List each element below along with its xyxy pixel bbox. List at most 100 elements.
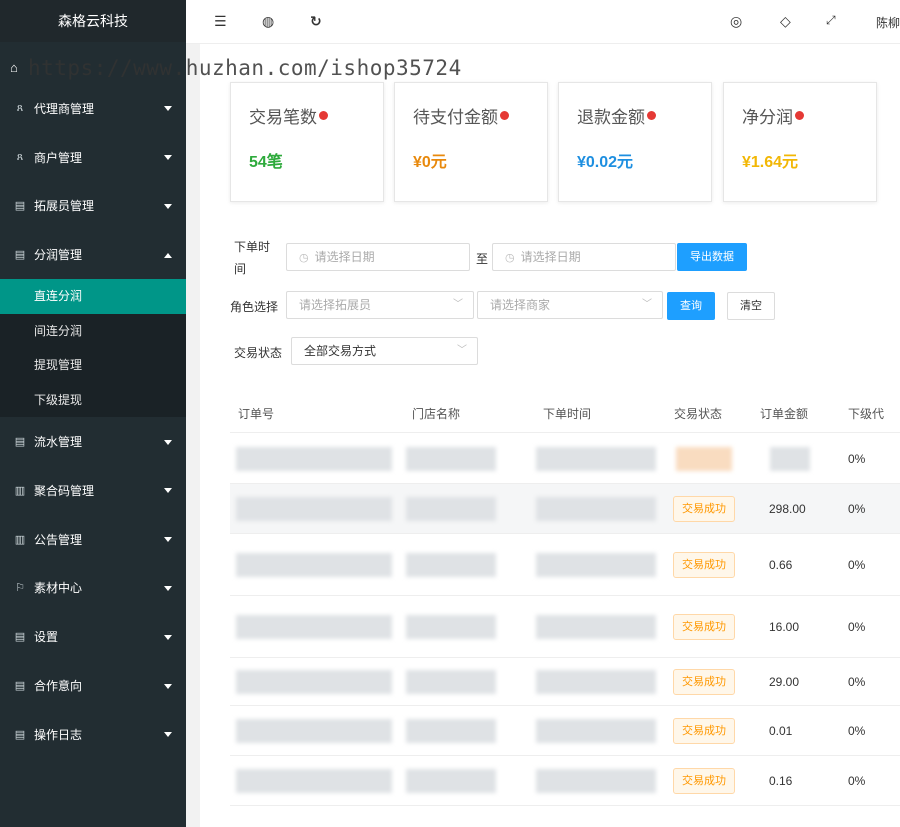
column-header[interactable]: 下级代 (848, 405, 884, 422)
table-row[interactable]: 交易成功 298.00 0% (230, 484, 900, 534)
status-value: 全部交易方式 (304, 344, 377, 358)
stat-card-value: ¥0.02元 (577, 154, 634, 171)
submenu-item[interactable]: 间连分润 (0, 314, 186, 349)
doc-icon: ▤ (14, 249, 26, 262)
sidebar-item[interactable]: ▥ 聚合码管理 (0, 466, 186, 515)
sub-rate: 0% (848, 452, 866, 466)
sidebar-item[interactable]: ▥ 公告管理 (0, 515, 186, 564)
menu-toggle-icon[interactable]: ☰ (214, 13, 227, 30)
globe-icon[interactable]: ◍ (262, 13, 274, 30)
stat-card-title: 交易笔数 (249, 103, 328, 128)
doc-icon: ▤ (14, 631, 26, 644)
help-icon[interactable] (647, 111, 656, 120)
sidebar-item-label: 素材中心 (34, 581, 83, 596)
caret-down-icon (164, 683, 172, 689)
merchant-select[interactable]: 请选择商家 ﹀ (477, 291, 663, 319)
table-row[interactable]: 交易成功 0.01 0% (230, 706, 900, 756)
stat-card: 净分润 ¥1.64元 (723, 82, 877, 202)
username[interactable]: 陈柳 (876, 14, 900, 31)
caret-down-icon (164, 203, 172, 209)
start-date-placeholder: 请选择日期 (314, 250, 375, 264)
doc-icon: ▤ (14, 728, 26, 741)
caret-down-icon (164, 155, 172, 161)
sidebar-item[interactable]: ⚐ 素材中心 (0, 564, 186, 613)
stat-card-title: 净分润 (742, 103, 804, 128)
sidebar-item-label: 操作日志 (34, 727, 83, 742)
refresh-icon[interactable]: ↻ (310, 13, 322, 30)
query-button[interactable]: 查询 (667, 292, 715, 320)
caret-down-icon (164, 732, 172, 738)
clock-icon: ◷ (505, 252, 515, 264)
redacted-cell (406, 447, 496, 471)
sidebar-item-label: 拓展员管理 (34, 199, 95, 214)
redacted-cell (536, 719, 656, 743)
stat-card-title-text: 交易笔数 (249, 108, 317, 127)
submenu-item[interactable]: 下级提现 (0, 383, 186, 418)
help-icon[interactable] (319, 111, 328, 120)
table-row[interactable]: 0% (230, 434, 900, 484)
sidebar-item[interactable]: ▤ 流水管理 (0, 417, 186, 466)
column-header[interactable]: 订单金额 (760, 405, 808, 422)
redacted-cell (236, 719, 392, 743)
column-header[interactable]: 门店名称 (412, 405, 460, 422)
redacted-cell (236, 769, 392, 793)
home-icon[interactable]: ⌂ (10, 60, 18, 75)
stat-card-title-text: 退款金额 (577, 108, 645, 127)
stat-card: 退款金额 ¥0.02元 (558, 82, 712, 202)
clear-button[interactable]: 清空 (727, 292, 775, 320)
sidebar: 森格云科技 ጸ 代理商管理 ጸ 商户管理 ▤ 拓展员管理 ▤ 分润管理 直连分润 间连分润 提现管… (0, 0, 186, 827)
role-label: 角色选择 (230, 300, 279, 314)
sidebar-item-label: 流水管理 (34, 435, 83, 450)
status-select[interactable]: 全部交易方式 ﹀ (291, 337, 478, 365)
export-button[interactable]: 导出数据 (677, 243, 747, 271)
promoter-select[interactable]: 请选择拓展员 ﹀ (286, 291, 474, 319)
end-date-input[interactable]: ◷ 请选择日期 (492, 243, 676, 271)
chevron-down-icon: ﹀ (457, 345, 467, 356)
table-row[interactable]: 交易成功 16.00 0% (230, 596, 900, 658)
column-header[interactable]: 交易状态 (674, 405, 722, 422)
sidebar-item-label: 聚合码管理 (34, 483, 95, 498)
sidebar-item[interactable]: ጸ 代理商管理 (0, 84, 186, 133)
submenu-profit: 直连分润 间连分润 提现管理 下级提现 (0, 279, 186, 418)
table-row[interactable]: 交易成功 29.00 0% (230, 658, 900, 706)
column-header[interactable]: 订单号 (238, 405, 274, 422)
order-amount: 0.66 (769, 558, 793, 572)
redacted-cell (406, 497, 496, 521)
column-header[interactable]: 下单时间 (543, 405, 591, 422)
order-amount: 29.00 (769, 675, 800, 689)
redacted-cell (236, 615, 392, 639)
sidebar-item[interactable]: ▤ 设置 (0, 612, 186, 661)
table-row[interactable]: 交易成功 0.16 0% (230, 756, 900, 806)
sidebar-item[interactable]: ጸ 商户管理 (0, 133, 186, 182)
redacted-cell (406, 719, 496, 743)
redacted-cell (536, 670, 656, 694)
start-date-input[interactable]: ◷ 请选择日期 (286, 243, 470, 271)
sidebar-item[interactable]: ▤ 分润管理 (0, 230, 186, 279)
help-icon[interactable] (500, 111, 509, 120)
status-badge: 交易成功 (673, 496, 735, 522)
sub-rate: 0% (848, 502, 866, 516)
caret-down-icon (164, 634, 172, 640)
order-time-label: 下单时间 (234, 240, 271, 276)
stat-card-value: ¥1.64元 (742, 154, 799, 171)
redacted-cell (406, 769, 496, 793)
redacted-cell (236, 497, 392, 521)
redacted-cell (406, 615, 496, 639)
sidebar-item[interactable]: ▤ 合作意向 (0, 661, 186, 710)
status-badge: 交易成功 (673, 614, 735, 640)
status-badge: 交易成功 (673, 718, 735, 744)
fullscreen-icon[interactable]: ⤢ (826, 13, 836, 28)
sidebar-item-label: 公告管理 (34, 532, 83, 547)
redacted-cell (676, 447, 732, 471)
stat-card-title: 退款金额 (577, 103, 656, 128)
submenu-item[interactable]: 直连分润 (0, 279, 186, 314)
theme-icon[interactable]: ◎ (730, 13, 742, 30)
help-icon[interactable] (795, 111, 804, 120)
table-row[interactable]: 交易成功 0.66 0% (230, 534, 900, 596)
submenu-item[interactable]: 提现管理 (0, 348, 186, 383)
sidebar-item[interactable]: ▤ 操作日志 (0, 710, 186, 759)
sidebar-item-label: 商户管理 (34, 150, 83, 165)
order-amount: 16.00 (769, 620, 800, 634)
sidebar-item[interactable]: ▤ 拓展员管理 (0, 182, 186, 231)
tag-icon[interactable]: ◇ (780, 13, 791, 30)
